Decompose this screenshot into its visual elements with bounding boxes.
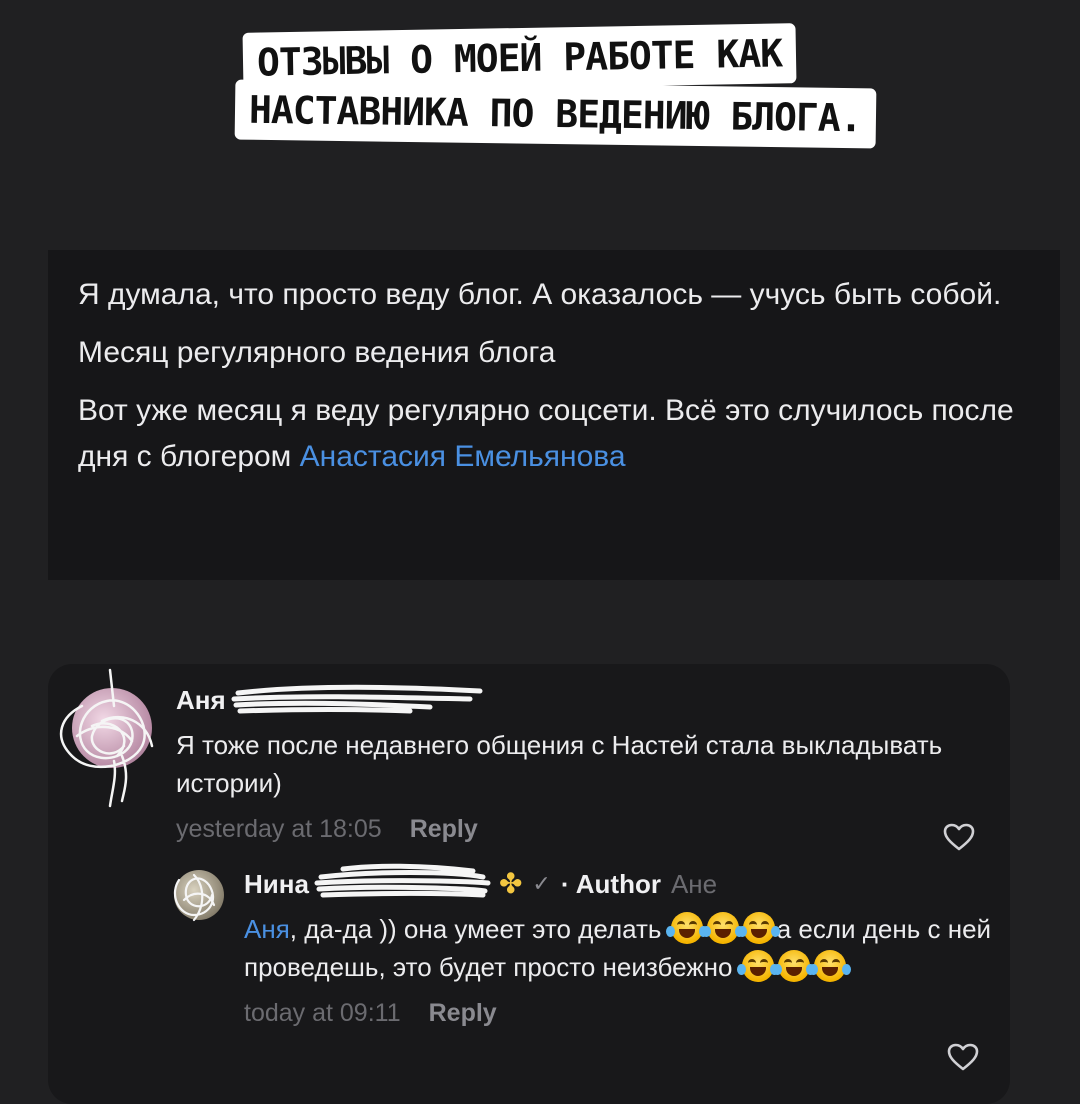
comments-panel: Аня Я тоже после недавнего общения с Нас… (48, 664, 1010, 1104)
quote-paragraph-1: Я думала, что просто веду блог. А оказал… (78, 278, 1002, 311)
heart-icon[interactable] (942, 822, 976, 852)
avatar[interactable] (173, 870, 224, 922)
quote-paragraph-3: Вот уже месяц я веду регулярно соцсети. … (78, 388, 1030, 480)
mention-link[interactable]: Аня (244, 914, 290, 944)
comment-body: Аня Я тоже после недавнего общения с Нас… (176, 680, 982, 846)
headline-line-2: НАСТАВНИКА ПО ВЕДЕНИЮ БЛОГА. (234, 79, 876, 149)
tears-of-joy-icon (772, 950, 815, 982)
comment-author-name[interactable]: Аня (176, 680, 226, 720)
comment-text: Аня, да-да )) она умеет это делать а есл… (244, 910, 1004, 986)
comment-meta: today at 09:11 Reply (244, 996, 1004, 1030)
tears-of-joy-icon (665, 912, 708, 944)
heart-icon[interactable] (946, 1042, 980, 1072)
scribble-overlay (173, 873, 216, 922)
comment-text-part-1: , да-да )) она умеет это делать (289, 914, 669, 944)
blogger-mention-link[interactable]: Анастасия Емельянова (300, 440, 626, 473)
reply-button[interactable]: Reply (429, 996, 497, 1030)
comment-author-row: Нина ✤ ✓ · Author Ане (244, 863, 1004, 904)
story-headline: ОТЗЫВЫ О МОЕЙ РАБОТЕ КАК НАСТАВНИКА ПО В… (0, 23, 1080, 149)
comment-body: Нина ✤ ✓ · Author Ане Аня, да-да )) она … (244, 863, 1004, 1030)
reply-button[interactable]: Reply (410, 812, 478, 846)
review-quote-card: Я думала, что просто веду блог. А оказал… (48, 250, 1060, 580)
tears-of-joy-icon (736, 950, 779, 982)
comment-meta: yesterday at 18:05 Reply (176, 812, 982, 846)
avatar[interactable] (60, 668, 154, 808)
comment-timestamp: today at 09:11 (244, 999, 401, 1027)
redacted-surname (314, 863, 491, 898)
scribble-overlay (60, 668, 154, 808)
tears-of-joy-icon (701, 912, 744, 944)
tears-of-joy-icon (737, 912, 780, 944)
quote-paragraph-2: Месяц регулярного ведения блога (78, 336, 556, 369)
author-badge: · Author (560, 869, 661, 899)
tears-of-joy-icon (808, 950, 851, 982)
comment-timestamp: yesterday at 18:05 (176, 815, 382, 843)
reply-to-name: Ане (670, 869, 718, 899)
comment-text: Я тоже после недавнего общения с Настей … (176, 730, 943, 798)
redacted-surname (231, 684, 483, 714)
comment-author-row: Аня (176, 680, 982, 720)
comment-author-name[interactable]: Нина (244, 864, 309, 904)
